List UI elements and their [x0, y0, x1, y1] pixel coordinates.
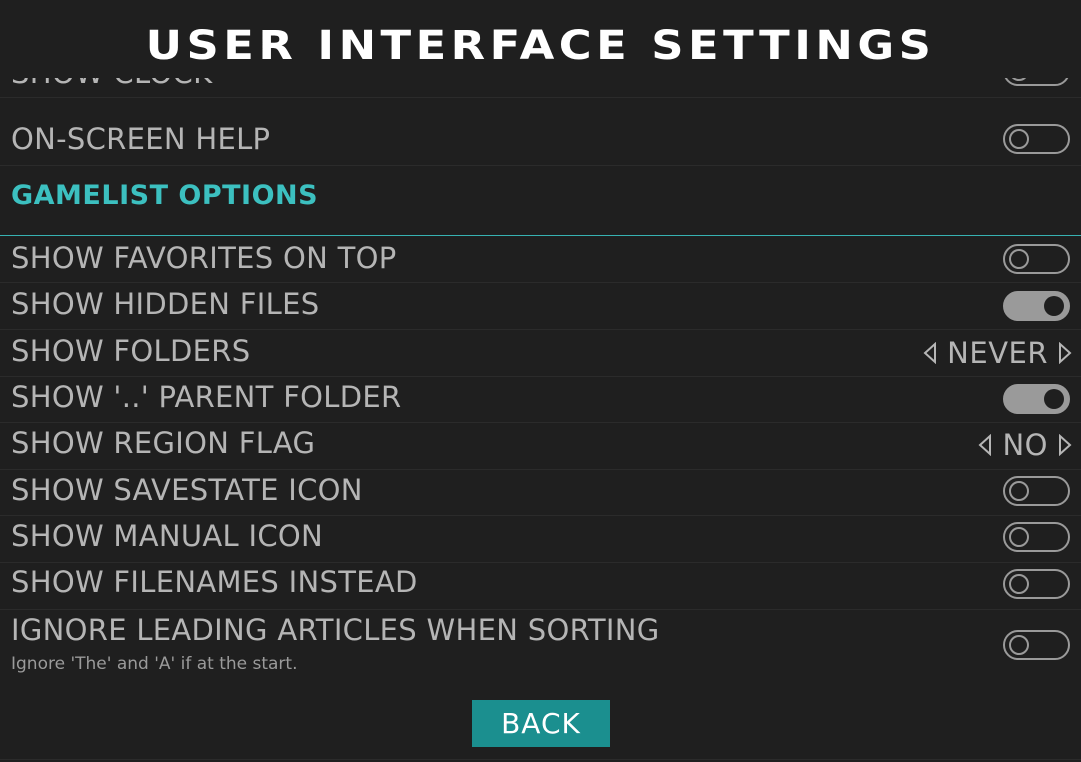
toggle-switch[interactable] — [1003, 384, 1070, 414]
section-header-gamelist-options: GAMELIST OPTIONS — [0, 166, 1081, 236]
toggle-knob — [1009, 249, 1029, 269]
back-button[interactable]: BACK — [472, 700, 610, 747]
setting-row-on-screen-help[interactable]: ON-SCREEN HELP — [0, 98, 1081, 166]
setting-row-show-parent-folder[interactable]: SHOW '..' PARENT FOLDER — [0, 377, 1081, 423]
toggle-switch[interactable] — [1003, 522, 1070, 552]
toggle-switch[interactable] — [1003, 476, 1070, 506]
toggle-switch[interactable] — [1003, 124, 1070, 154]
option-selector[interactable]: NO — [978, 428, 1072, 462]
selector-value: NO — [1002, 428, 1048, 462]
setting-row-show-clock[interactable]: SHOW CLOCK — [0, 78, 1081, 98]
setting-row-show-hidden-files[interactable]: SHOW HIDDEN FILES — [0, 283, 1081, 330]
divider — [0, 759, 1081, 760]
setting-row-show-filenames-instead[interactable]: SHOW FILENAMES INSTEAD — [0, 563, 1081, 610]
toggle-knob — [1009, 635, 1029, 655]
toggle-switch[interactable] — [1003, 630, 1070, 660]
settings-list[interactable]: SHOW CLOCK ON-SCREEN HELP GAMELIST OPTIO… — [0, 78, 1081, 688]
setting-row-ignore-leading-articles[interactable]: IGNORE LEADING ARTICLES WHEN SORTING Ign… — [0, 610, 1081, 686]
page-title: USER INTERFACE SETTINGS — [145, 23, 936, 69]
toggle-switch[interactable] — [1003, 244, 1070, 274]
arrow-left-icon[interactable] — [978, 434, 992, 456]
setting-label: SHOW MANUAL ICON — [11, 519, 324, 553]
toggle-knob — [1044, 296, 1064, 316]
setting-label: SHOW REGION FLAG — [11, 426, 316, 460]
arrow-left-icon[interactable] — [923, 342, 937, 364]
selector-value: NEVER — [947, 336, 1048, 370]
setting-row-show-region-flag[interactable]: SHOW REGION FLAG NO — [0, 423, 1081, 470]
arrow-right-icon[interactable] — [1058, 342, 1072, 364]
toggle-switch[interactable] — [1003, 78, 1070, 86]
arrow-right-icon[interactable] — [1058, 434, 1072, 456]
toggle-switch[interactable] — [1003, 569, 1070, 599]
toggle-switch[interactable] — [1003, 291, 1070, 321]
settings-screen: USER INTERFACE SETTINGS SHOW CLOCK ON-SC… — [0, 0, 1081, 762]
setting-label: SHOW FAVORITES ON TOP — [11, 241, 397, 275]
toggle-knob — [1009, 527, 1029, 547]
setting-label: SHOW FILENAMES INSTEAD — [11, 565, 418, 599]
setting-label: ON-SCREEN HELP — [11, 122, 271, 156]
setting-label: IGNORE LEADING ARTICLES WHEN SORTING — [11, 613, 660, 647]
setting-description: Ignore 'The' and 'A' if at the start. — [11, 654, 298, 674]
setting-label: SHOW '..' PARENT FOLDER — [11, 380, 402, 414]
toggle-knob — [1009, 574, 1029, 594]
setting-row-show-savestate-icon[interactable]: SHOW SAVESTATE ICON — [0, 470, 1081, 516]
option-selector[interactable]: NEVER — [923, 336, 1072, 370]
toggle-knob — [1009, 129, 1029, 149]
setting-label: SHOW FOLDERS — [11, 334, 251, 368]
toggle-knob — [1009, 481, 1029, 501]
toggle-knob — [1044, 389, 1064, 409]
section-title: GAMELIST OPTIONS — [11, 180, 319, 211]
setting-row-show-folders[interactable]: SHOW FOLDERS NEVER — [0, 330, 1081, 377]
setting-label: SHOW CLOCK — [11, 78, 212, 90]
setting-row-show-manual-icon[interactable]: SHOW MANUAL ICON — [0, 516, 1081, 563]
setting-label: SHOW SAVESTATE ICON — [11, 473, 363, 507]
toggle-knob — [1009, 78, 1029, 81]
setting-label: SHOW HIDDEN FILES — [11, 287, 320, 321]
setting-row-show-favorites-on-top[interactable]: SHOW FAVORITES ON TOP — [0, 236, 1081, 283]
